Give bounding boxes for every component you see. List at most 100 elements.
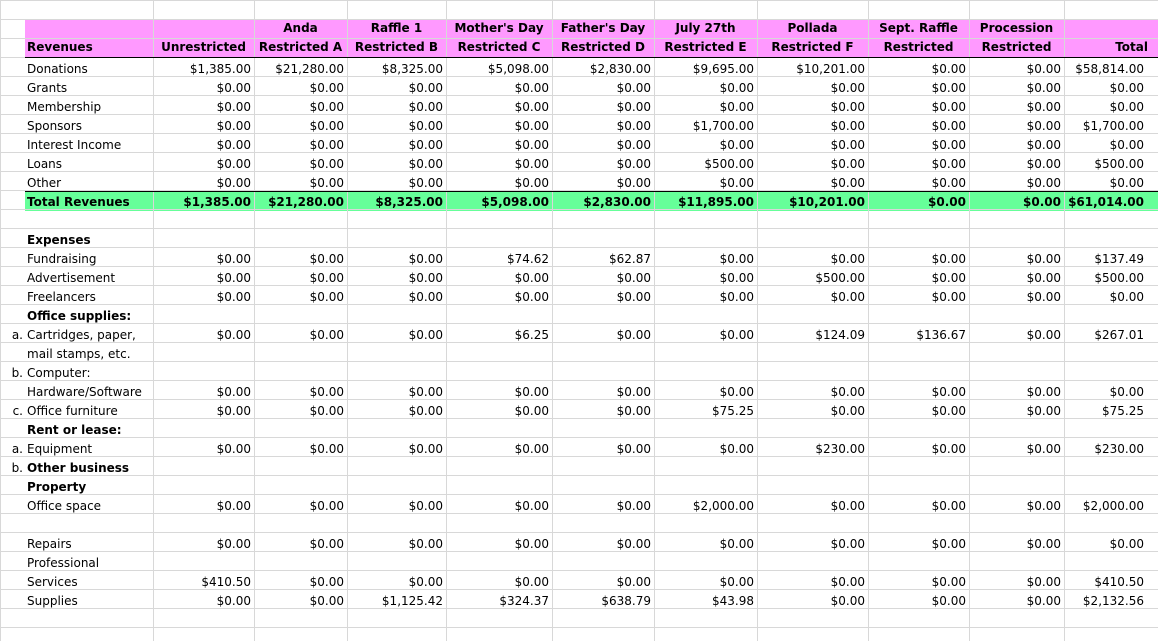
value-cell[interactable]: $0.00 (654, 440, 757, 459)
row-label[interactable]: Donations (25, 60, 153, 79)
total-cell[interactable]: $0.00 (868, 193, 969, 212)
value-cell[interactable]: $1,700.00 (654, 117, 757, 136)
value-cell[interactable]: $0.00 (446, 535, 552, 554)
value-cell[interactable]: $0.00 (347, 155, 446, 174)
value-cell[interactable]: $1,385.00 (153, 60, 254, 79)
value-cell[interactable]: $0.00 (1064, 98, 1158, 117)
value-cell[interactable]: $0.00 (969, 250, 1064, 269)
value-cell[interactable]: $136.67 (868, 326, 969, 345)
row-label[interactable]: mail stamps, etc. (25, 345, 153, 364)
value-cell[interactable]: $0.00 (654, 136, 757, 155)
value-cell[interactable]: $0.00 (757, 497, 868, 516)
value-cell[interactable]: $0.00 (153, 79, 254, 98)
value-cell[interactable]: $0.00 (347, 535, 446, 554)
value-cell[interactable]: $0.00 (552, 440, 654, 459)
header-cell[interactable]: Anda (254, 19, 347, 38)
header-cell[interactable]: Restricted C (446, 38, 552, 57)
row-label[interactable]: Grants (25, 79, 153, 98)
value-cell[interactable]: $0.00 (868, 288, 969, 307)
value-cell[interactable]: $0.00 (347, 117, 446, 136)
value-cell[interactable]: $0.00 (254, 79, 347, 98)
value-cell[interactable]: $5,098.00 (446, 60, 552, 79)
value-cell[interactable]: $0.00 (254, 174, 347, 193)
value-cell[interactable]: $0.00 (654, 250, 757, 269)
header-cell[interactable]: Procession (969, 19, 1064, 38)
value-cell[interactable]: $0.00 (868, 155, 969, 174)
value-cell[interactable]: $0.00 (868, 174, 969, 193)
header-cell[interactable]: Mother's Day (446, 19, 552, 38)
value-cell[interactable]: $0.00 (446, 402, 552, 421)
value-cell[interactable]: $0.00 (757, 402, 868, 421)
value-cell[interactable]: $0.00 (153, 269, 254, 288)
value-cell[interactable]: $0.00 (969, 592, 1064, 611)
value-cell[interactable]: $0.00 (446, 383, 552, 402)
value-cell[interactable]: $0.00 (969, 98, 1064, 117)
value-cell[interactable]: $0.00 (552, 535, 654, 554)
value-cell[interactable]: $0.00 (969, 288, 1064, 307)
value-cell[interactable]: $0.00 (868, 250, 969, 269)
total-cell[interactable]: $21,280.00 (254, 193, 347, 212)
header-cell[interactable]: Restricted (969, 38, 1064, 57)
value-cell[interactable]: $638.79 (552, 592, 654, 611)
value-cell[interactable]: $0.00 (254, 592, 347, 611)
value-cell[interactable]: $0.00 (153, 592, 254, 611)
value-cell[interactable]: $0.00 (868, 117, 969, 136)
value-cell[interactable]: $0.00 (254, 269, 347, 288)
value-cell[interactable]: $0.00 (757, 174, 868, 193)
value-cell[interactable]: $0.00 (446, 117, 552, 136)
value-cell[interactable]: $2,830.00 (552, 60, 654, 79)
row-label[interactable]: Membership (25, 98, 153, 117)
value-cell[interactable]: $0.00 (347, 497, 446, 516)
value-cell[interactable]: $0.00 (254, 440, 347, 459)
value-cell[interactable]: $62.87 (552, 250, 654, 269)
header-cell[interactable]: Restricted B (347, 38, 446, 57)
value-cell[interactable]: $0.00 (654, 98, 757, 117)
value-cell[interactable]: $0.00 (868, 402, 969, 421)
value-cell[interactable]: $0.00 (347, 174, 446, 193)
total-cell[interactable]: $0.00 (969, 193, 1064, 212)
header-cell[interactable]: Restricted F (757, 38, 868, 57)
value-cell[interactable]: $0.00 (347, 79, 446, 98)
value-cell[interactable]: $0.00 (1064, 136, 1158, 155)
value-cell[interactable]: $0.00 (446, 497, 552, 516)
value-cell[interactable]: $0.00 (254, 117, 347, 136)
value-cell[interactable]: $0.00 (552, 402, 654, 421)
row-label[interactable]: Equipment (25, 440, 153, 459)
value-cell[interactable]: $500.00 (654, 155, 757, 174)
row-label[interactable]: Advertisement (25, 269, 153, 288)
value-cell[interactable]: $0.00 (969, 79, 1064, 98)
value-cell[interactable]: $0.00 (969, 383, 1064, 402)
value-cell[interactable]: $0.00 (254, 383, 347, 402)
value-cell[interactable]: $2,000.00 (654, 497, 757, 516)
value-cell[interactable]: $0.00 (552, 326, 654, 345)
value-cell[interactable]: $0.00 (153, 98, 254, 117)
value-cell[interactable]: $0.00 (969, 174, 1064, 193)
total-cell[interactable]: $11,895.00 (654, 193, 757, 212)
value-cell[interactable]: $0.00 (969, 402, 1064, 421)
header-cell[interactable]: Restricted A (254, 38, 347, 57)
value-cell[interactable]: $0.00 (868, 592, 969, 611)
value-cell[interactable]: $410.50 (1064, 573, 1158, 592)
header-cell[interactable]: Unrestricted (153, 38, 254, 57)
value-cell[interactable]: $410.50 (153, 573, 254, 592)
value-cell[interactable]: $0.00 (347, 269, 446, 288)
value-cell[interactable]: $0.00 (757, 592, 868, 611)
value-cell[interactable]: $0.00 (552, 117, 654, 136)
value-cell[interactable]: $324.37 (446, 592, 552, 611)
value-cell[interactable]: $2,000.00 (1064, 497, 1158, 516)
value-cell[interactable]: $0.00 (1064, 288, 1158, 307)
value-cell[interactable]: $21,280.00 (254, 60, 347, 79)
header-cell[interactable]: July 27th (654, 19, 757, 38)
total-label[interactable]: Total Revenues (25, 193, 153, 212)
value-cell[interactable]: $0.00 (347, 288, 446, 307)
value-cell[interactable]: $0.00 (446, 155, 552, 174)
value-cell[interactable]: $0.00 (969, 117, 1064, 136)
value-cell[interactable]: $1,700.00 (1064, 117, 1158, 136)
value-cell[interactable]: $0.00 (868, 79, 969, 98)
value-cell[interactable]: $58,814.00 (1064, 60, 1158, 79)
value-cell[interactable]: $0.00 (446, 288, 552, 307)
header-cell[interactable]: Revenues (25, 38, 153, 57)
value-cell[interactable]: $0.00 (654, 269, 757, 288)
value-cell[interactable]: $0.00 (868, 535, 969, 554)
value-cell[interactable]: $0.00 (446, 79, 552, 98)
